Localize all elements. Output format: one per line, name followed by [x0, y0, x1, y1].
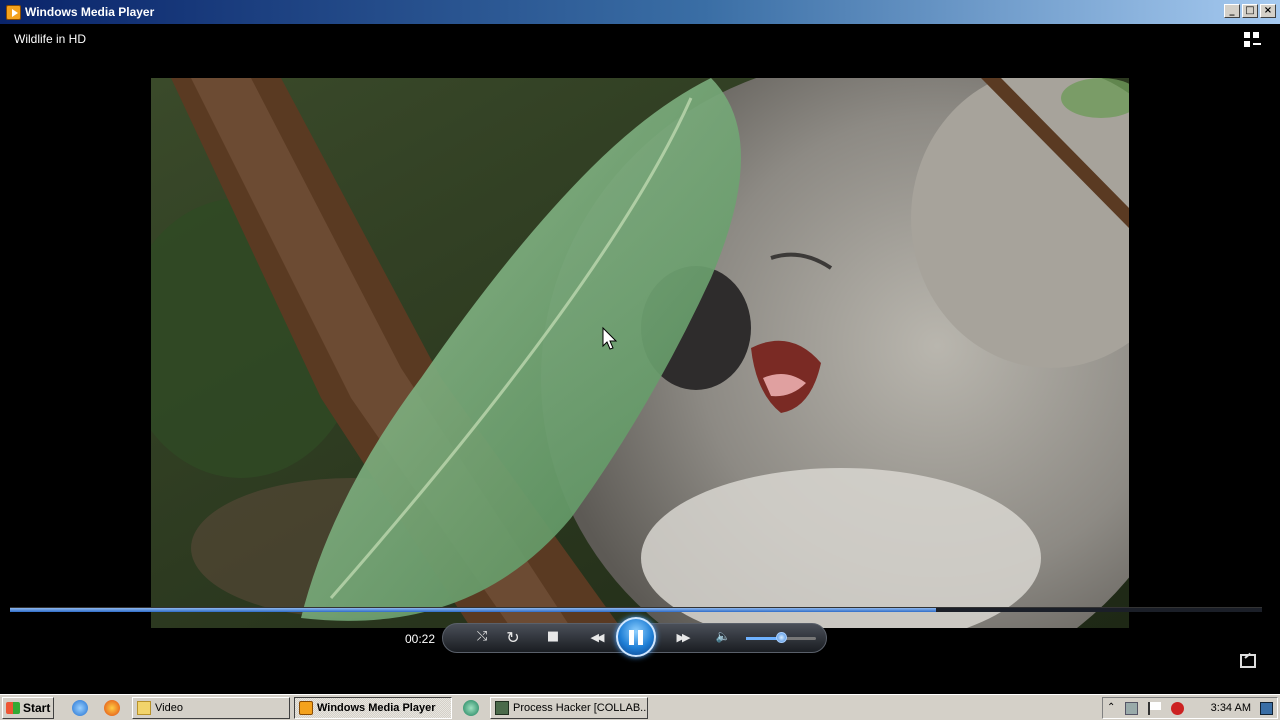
folder-icon [137, 701, 151, 715]
taskbar-button-label: Windows Media Player [317, 702, 436, 714]
volume-slider-thumb[interactable] [776, 632, 787, 643]
window-titlebar[interactable]: Windows Media Player _ □ × [0, 0, 1280, 24]
rewind-icon[interactable]: ◀◀ [581, 631, 611, 649]
volume-icon[interactable]: 🔈 [713, 629, 733, 647]
media-title: Wildlife in HD [14, 32, 87, 46]
close-button[interactable]: × [1260, 4, 1276, 18]
pause-icon-bar-left [629, 630, 634, 645]
switch-to-library-icon[interactable] [1244, 32, 1262, 48]
firefox-icon[interactable] [104, 700, 120, 716]
taskbar-button-label: Process Hacker [COLLAB... [513, 702, 648, 714]
chevron-up-icon[interactable]: ⌃ [1107, 702, 1120, 715]
clock: 3:34 AM [1210, 702, 1251, 714]
process-hacker-icon [495, 701, 509, 715]
media-player-icon [6, 4, 21, 20]
maximize-button[interactable]: □ [1242, 4, 1258, 18]
pause-button[interactable] [616, 617, 656, 657]
fullscreen-icon[interactable] [1240, 654, 1256, 668]
video-image [151, 78, 1129, 628]
window-title: Windows Media Player [25, 5, 155, 19]
repeat-icon[interactable]: ↻ [503, 628, 523, 647]
window-controls: _ □ × [1224, 4, 1276, 18]
shuffle-icon[interactable]: ⤭ [472, 629, 492, 647]
video-frame[interactable] [151, 78, 1129, 628]
show-desktop-icon[interactable] [1260, 702, 1273, 715]
media-player-icon [299, 701, 313, 715]
network-icon[interactable] [1125, 702, 1138, 715]
pause-icon-bar-right [638, 630, 643, 645]
seek-bar[interactable] [10, 607, 1262, 612]
windows-flag-icon [6, 702, 20, 714]
system-tray: ⌃ 3:34 AM [1102, 697, 1278, 719]
start-label: Start [23, 701, 51, 715]
flag-icon[interactable] [1148, 702, 1161, 715]
player-area: Wildlife in HD [4, 24, 1276, 690]
taskbar: Start Video Windows Media Player Process… [0, 694, 1280, 720]
taskbar-button-label: Video [155, 702, 183, 714]
taskbar-button-windows-media-player[interactable]: Windows Media Player [294, 697, 452, 719]
stop-icon[interactable]: ■ [543, 629, 563, 647]
app-quick-launch-icon[interactable] [463, 700, 479, 716]
taskbar-button-process-hacker[interactable]: Process Hacker [COLLAB... [490, 697, 648, 719]
start-button[interactable]: Start [2, 697, 54, 719]
minimize-button[interactable]: _ [1224, 4, 1240, 18]
seek-bar-progress [10, 608, 937, 612]
taskbar-button-video[interactable]: Video [132, 697, 290, 719]
fast-forward-icon[interactable]: ▶▶ [667, 631, 697, 649]
volume-muted-icon[interactable] [1171, 702, 1184, 715]
internet-explorer-icon[interactable] [72, 700, 88, 716]
elapsed-time: 00:22 [405, 632, 436, 646]
